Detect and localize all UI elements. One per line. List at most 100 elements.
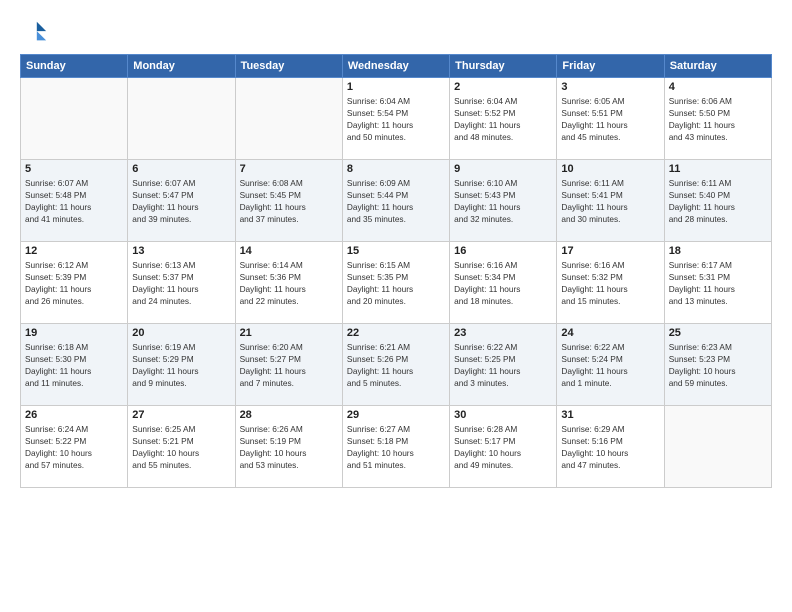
- calendar-day-cell: 21Sunrise: 6:20 AM Sunset: 5:27 PM Dayli…: [235, 324, 342, 406]
- day-number: 12: [25, 245, 123, 257]
- day-info: Sunrise: 6:14 AM Sunset: 5:36 PM Dayligh…: [240, 259, 338, 307]
- calendar-day-cell: 4 Sunrise: 6:06 AM Sunset: 5:50 PM Daylig…: [664, 78, 771, 160]
- day-info: Sunrise: 6:12 AM Sunset: 5:39 PM Dayligh…: [25, 259, 123, 307]
- day-number: 14: [240, 245, 338, 257]
- calendar-day-cell: 1 Sunrise: 6:04 AM Sunset: 5:54 PM Daylig…: [342, 78, 449, 160]
- calendar-day-cell: 14 Sunrise: 6:14 AM Sunset: 5:36 PM Dayli…: [235, 242, 342, 324]
- calendar-day-cell: 6Sunrise: 6:07 AM Sunset: 5:47 PM Daylig…: [128, 160, 235, 242]
- weekday-header: Thursday: [450, 55, 557, 78]
- day-info: Sunrise: 6:07 AM Sunset: 5:47 PM Dayligh…: [132, 177, 230, 225]
- calendar-day-cell: [128, 78, 235, 160]
- day-info: Sunrise: 6:29 AM Sunset: 5:16 PM Dayligh…: [561, 423, 659, 471]
- calendar-day-cell: 25 Sunrise: 6:23 AM Sunset: 5:23 PM Dayli…: [664, 324, 771, 406]
- calendar-day-cell: 26Sunrise: 6:24 AM Sunset: 5:22 PM Dayli…: [21, 406, 128, 488]
- calendar-day-cell: 9 Sunrise: 6:10 AM Sunset: 5:43 PM Daylig…: [450, 160, 557, 242]
- calendar-day-cell: 19 Sunrise: 6:18 AM Sunset: 5:30 PM Dayli…: [21, 324, 128, 406]
- calendar-day-cell: 16 Sunrise: 6:16 AM Sunset: 5:34 PM Dayli…: [450, 242, 557, 324]
- calendar-day-cell: 18 Sunrise: 6:17 AM Sunset: 5:31 PM Dayli…: [664, 242, 771, 324]
- day-number: 25: [669, 327, 767, 339]
- calendar-week-row: 12 Sunrise: 6:12 AM Sunset: 5:39 PM Dayli…: [21, 242, 772, 324]
- calendar-day-cell: 8 Sunrise: 6:09 AM Sunset: 5:44 PM Daylig…: [342, 160, 449, 242]
- day-number: 2: [454, 81, 552, 93]
- day-info: Sunrise: 6:04 AM Sunset: 5:54 PM Dayligh…: [347, 95, 445, 143]
- day-info: Sunrise: 6:11 AM Sunset: 5:40 PM Dayligh…: [669, 177, 767, 225]
- calendar-day-cell: 5 Sunrise: 6:07 AM Sunset: 5:48 PM Daylig…: [21, 160, 128, 242]
- day-info: Sunrise: 6:23 AM Sunset: 5:23 PM Dayligh…: [669, 341, 767, 389]
- calendar-day-cell: 24 Sunrise: 6:22 AM Sunset: 5:24 PM Dayli…: [557, 324, 664, 406]
- day-number: 8: [347, 163, 445, 175]
- calendar-day-cell: 22Sunrise: 6:21 AM Sunset: 5:26 PM Dayli…: [342, 324, 449, 406]
- day-number: 16: [454, 245, 552, 257]
- day-number: 30: [454, 409, 552, 421]
- calendar-day-cell: 30 Sunrise: 6:28 AM Sunset: 5:17 PM Dayli…: [450, 406, 557, 488]
- day-number: 10: [561, 163, 659, 175]
- day-info: Sunrise: 6:11 AM Sunset: 5:41 PM Dayligh…: [561, 177, 659, 225]
- day-info: Sunrise: 6:20 AM Sunset: 5:27 PM Dayligh…: [240, 341, 338, 389]
- calendar-day-cell: 11 Sunrise: 6:11 AM Sunset: 5:40 PM Dayli…: [664, 160, 771, 242]
- day-info: Sunrise: 6:05 AM Sunset: 5:51 PM Dayligh…: [561, 95, 659, 143]
- day-info: Sunrise: 6:10 AM Sunset: 5:43 PM Dayligh…: [454, 177, 552, 225]
- day-info: Sunrise: 6:16 AM Sunset: 5:32 PM Dayligh…: [561, 259, 659, 307]
- calendar-day-cell: [21, 78, 128, 160]
- day-number: 24: [561, 327, 659, 339]
- calendar-week-row: 1 Sunrise: 6:04 AM Sunset: 5:54 PM Daylig…: [21, 78, 772, 160]
- logo-icon: [20, 18, 48, 46]
- calendar-table: SundayMondayTuesdayWednesdayThursdayFrid…: [20, 54, 772, 488]
- header: [20, 18, 772, 46]
- calendar-day-cell: 17 Sunrise: 6:16 AM Sunset: 5:32 PM Dayli…: [557, 242, 664, 324]
- weekday-header: Sunday: [21, 55, 128, 78]
- weekday-header: Tuesday: [235, 55, 342, 78]
- day-info: Sunrise: 6:17 AM Sunset: 5:31 PM Dayligh…: [669, 259, 767, 307]
- calendar-day-cell: 2 Sunrise: 6:04 AM Sunset: 5:52 PM Daylig…: [450, 78, 557, 160]
- calendar-week-row: 5 Sunrise: 6:07 AM Sunset: 5:48 PM Daylig…: [21, 160, 772, 242]
- day-number: 28: [240, 409, 338, 421]
- day-number: 31: [561, 409, 659, 421]
- calendar-day-cell: 29Sunrise: 6:27 AM Sunset: 5:18 PM Dayli…: [342, 406, 449, 488]
- logo: [20, 18, 52, 46]
- day-info: Sunrise: 6:25 AM Sunset: 5:21 PM Dayligh…: [132, 423, 230, 471]
- day-number: 15: [347, 245, 445, 257]
- day-number: 13: [132, 245, 230, 257]
- day-number: 5: [25, 163, 123, 175]
- day-info: Sunrise: 6:15 AM Sunset: 5:35 PM Dayligh…: [347, 259, 445, 307]
- calendar-day-cell: [235, 78, 342, 160]
- calendar-header-row: SundayMondayTuesdayWednesdayThursdayFrid…: [21, 55, 772, 78]
- page: SundayMondayTuesdayWednesdayThursdayFrid…: [0, 0, 792, 612]
- calendar-week-row: 26Sunrise: 6:24 AM Sunset: 5:22 PM Dayli…: [21, 406, 772, 488]
- day-info: Sunrise: 6:26 AM Sunset: 5:19 PM Dayligh…: [240, 423, 338, 471]
- day-number: 23: [454, 327, 552, 339]
- calendar-day-cell: 27 Sunrise: 6:25 AM Sunset: 5:21 PM Dayli…: [128, 406, 235, 488]
- day-info: Sunrise: 6:07 AM Sunset: 5:48 PM Dayligh…: [25, 177, 123, 225]
- day-number: 4: [669, 81, 767, 93]
- calendar-week-row: 19 Sunrise: 6:18 AM Sunset: 5:30 PM Dayli…: [21, 324, 772, 406]
- day-info: Sunrise: 6:22 AM Sunset: 5:25 PM Dayligh…: [454, 341, 552, 389]
- calendar-day-cell: 3 Sunrise: 6:05 AM Sunset: 5:51 PM Daylig…: [557, 78, 664, 160]
- day-info: Sunrise: 6:06 AM Sunset: 5:50 PM Dayligh…: [669, 95, 767, 143]
- day-info: Sunrise: 6:28 AM Sunset: 5:17 PM Dayligh…: [454, 423, 552, 471]
- day-number: 19: [25, 327, 123, 339]
- day-info: Sunrise: 6:09 AM Sunset: 5:44 PM Dayligh…: [347, 177, 445, 225]
- calendar-day-cell: 31 Sunrise: 6:29 AM Sunset: 5:16 PM Dayli…: [557, 406, 664, 488]
- weekday-header: Friday: [557, 55, 664, 78]
- day-info: Sunrise: 6:13 AM Sunset: 5:37 PM Dayligh…: [132, 259, 230, 307]
- day-number: 29: [347, 409, 445, 421]
- weekday-header: Saturday: [664, 55, 771, 78]
- day-info: Sunrise: 6:18 AM Sunset: 5:30 PM Dayligh…: [25, 341, 123, 389]
- calendar-day-cell: 15 Sunrise: 6:15 AM Sunset: 5:35 PM Dayli…: [342, 242, 449, 324]
- day-number: 11: [669, 163, 767, 175]
- calendar-day-cell: 20Sunrise: 6:19 AM Sunset: 5:29 PM Dayli…: [128, 324, 235, 406]
- day-number: 18: [669, 245, 767, 257]
- calendar-day-cell: 28 Sunrise: 6:26 AM Sunset: 5:19 PM Dayli…: [235, 406, 342, 488]
- day-number: 27: [132, 409, 230, 421]
- calendar-day-cell: 23 Sunrise: 6:22 AM Sunset: 5:25 PM Dayli…: [450, 324, 557, 406]
- day-info: Sunrise: 6:04 AM Sunset: 5:52 PM Dayligh…: [454, 95, 552, 143]
- day-info: Sunrise: 6:24 AM Sunset: 5:22 PM Dayligh…: [25, 423, 123, 471]
- day-number: 3: [561, 81, 659, 93]
- day-info: Sunrise: 6:16 AM Sunset: 5:34 PM Dayligh…: [454, 259, 552, 307]
- day-number: 9: [454, 163, 552, 175]
- day-info: Sunrise: 6:22 AM Sunset: 5:24 PM Dayligh…: [561, 341, 659, 389]
- day-number: 17: [561, 245, 659, 257]
- day-number: 1: [347, 81, 445, 93]
- calendar-day-cell: 12 Sunrise: 6:12 AM Sunset: 5:39 PM Dayli…: [21, 242, 128, 324]
- day-number: 7: [240, 163, 338, 175]
